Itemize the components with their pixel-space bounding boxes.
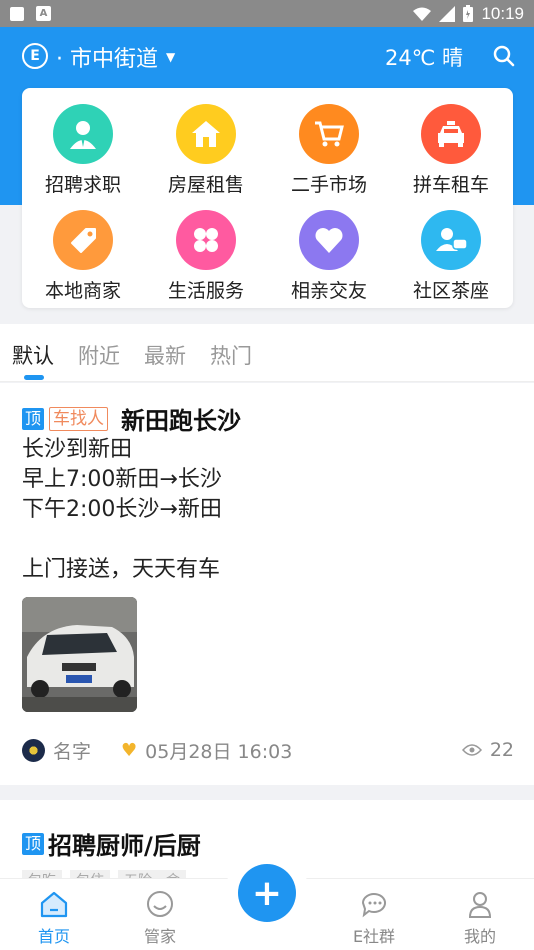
tag-icon [53,210,113,270]
post-title: 招聘厨师/后厨 [48,832,201,860]
post-card[interactable]: 顶 车找人 新田跑长沙 长沙到新田 早上7:00新田→长沙 下午2:00长沙→新… [0,383,534,785]
nav-mine[interactable]: 我的 [440,889,520,947]
search-icon[interactable] [493,45,515,67]
category-label: 生活服务 [167,280,244,302]
tab-default[interactable]: 默认 [12,340,54,370]
view-count-value: 22 [489,739,514,761]
job-icon [53,104,113,164]
category-label: 拼车租车 [412,174,489,196]
post-body: 长沙到新田 早上7:00新田→长沙 下午2:00长沙→新田 上门接送，天天有车 [22,437,222,582]
wifi-icon [413,7,432,21]
tab-hot[interactable]: 热门 [210,340,252,370]
category-grid: 招聘求职 房屋租售 二手市场 拼车租车 本地商家 生活服务 相亲交友 社区茶座 [22,88,513,308]
nav-community-label: E社群 [352,927,396,946]
chat-people-icon [421,210,481,270]
category-jobs[interactable]: 招聘求职 [28,104,138,204]
category-housing[interactable]: 房屋租售 [151,104,261,204]
nav-manager[interactable]: 管家 [120,889,200,947]
vip-icon: ♥ [121,739,138,761]
tab-latest[interactable]: 最新 [144,340,186,370]
author-name[interactable]: 名字 [53,737,91,764]
status-bar: A 10:19 [0,0,534,27]
view-count: 22 [461,739,514,761]
signal-icon [439,5,456,22]
avatar[interactable] [22,738,45,762]
a-notification-icon: A [36,6,51,21]
battery-icon [463,5,474,22]
smile-icon [145,889,175,919]
category-label: 房屋租售 [167,174,244,196]
category-dating[interactable]: 相亲交友 [274,210,384,310]
nav-community[interactable]: E社群 [334,889,414,947]
taxi-icon [421,104,481,164]
clover-icon [176,210,236,270]
weather-label: 24℃ 晴 [385,46,463,70]
pinned-badge: 顶 [22,832,45,855]
location-label: · 市中街道 [56,47,158,72]
chevron-down-icon: ▼ [166,50,176,64]
category-label: 二手市场 [290,174,367,196]
feed-tabs: 默认 附近 最新 热门 [0,324,534,382]
heart-icon [299,210,359,270]
category-label: 社区茶座 [412,280,489,302]
post-meta: 名字 ♥ 05月28日 16:03 22 [22,737,514,764]
category-label: 招聘求职 [44,174,121,196]
post-date: 05月28日 16:03 [145,740,293,763]
eye-icon [461,744,482,756]
post-title: 新田跑长沙 [121,407,242,435]
category-badge: 车找人 [49,406,109,431]
nav-home-label: 首页 [37,927,70,946]
location-selector[interactable]: · 市中街道 ▼ [56,41,175,73]
category-life-service[interactable]: 生活服务 [151,210,261,310]
publish-button[interactable]: + [238,864,296,922]
category-community-tea[interactable]: 社区茶座 [396,210,506,310]
chat-bubble-icon [359,889,389,919]
post-title-row: 顶 招聘厨师/后厨 [22,826,201,861]
cart-icon [299,104,359,164]
notification-icon [10,6,24,21]
tab-nearby[interactable]: 附近 [78,340,120,370]
tab-indicator [24,375,44,380]
pinned-badge: 顶 [22,407,45,430]
app-logo[interactable]: E [22,43,48,69]
category-secondhand[interactable]: 二手市场 [274,104,384,204]
clock: 10:19 [481,3,524,23]
house-icon [176,104,236,164]
category-label: 相亲交友 [290,280,367,302]
category-label: 本地商家 [44,280,121,302]
nav-home[interactable]: 首页 [14,889,94,947]
user-icon [465,889,495,919]
post-image[interactable] [22,597,137,712]
home-icon [39,889,69,919]
nav-manager-label: 管家 [143,927,176,946]
nav-mine-label: 我的 [463,927,496,946]
post-title-row: 顶 车找人 新田跑长沙 [22,401,241,436]
category-carpool[interactable]: 拼车租车 [396,104,506,204]
category-local-business[interactable]: 本地商家 [28,210,138,310]
